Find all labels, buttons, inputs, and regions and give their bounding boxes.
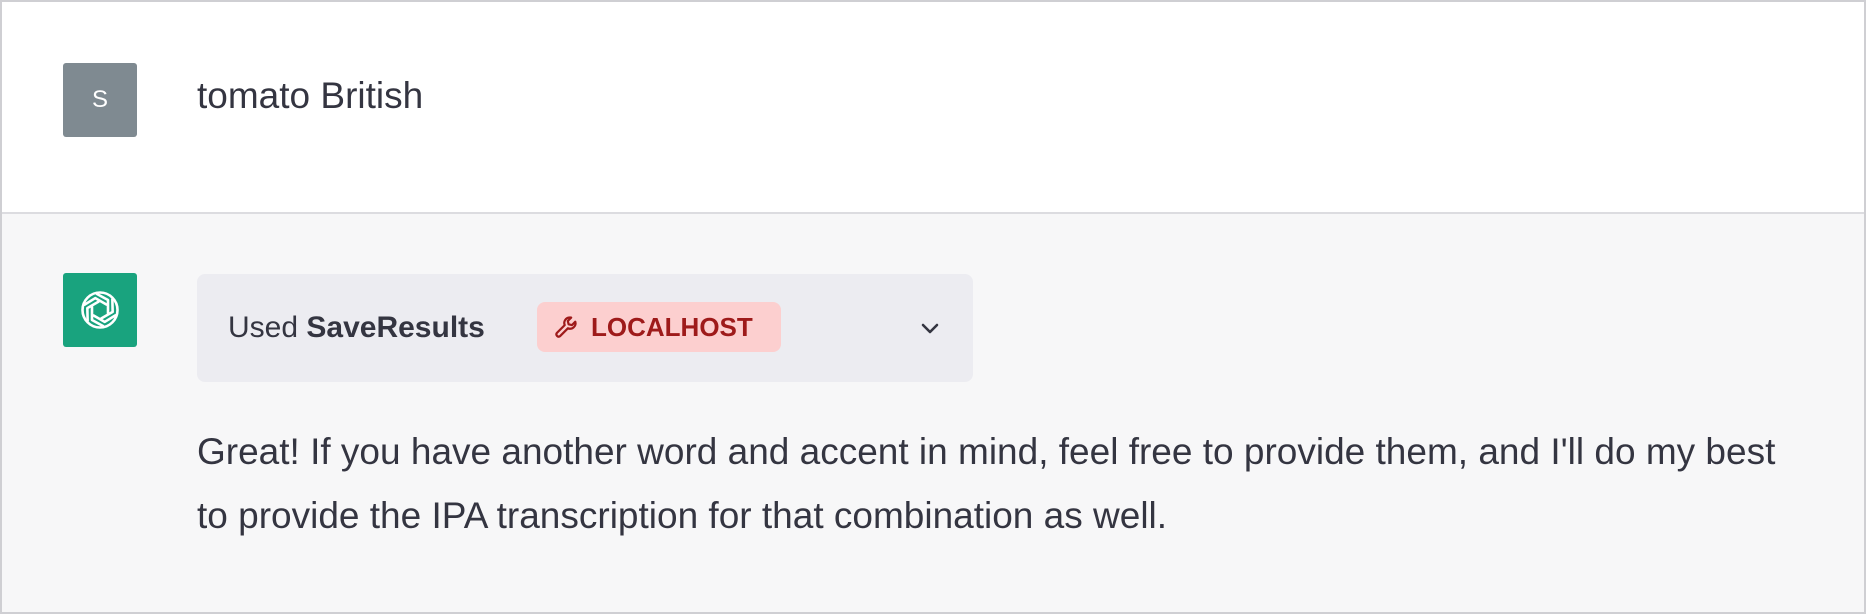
- chevron-down-icon[interactable]: [910, 308, 950, 348]
- user-avatar: S: [63, 63, 137, 137]
- badge-label: LOCALHOST: [591, 311, 753, 342]
- tool-used-label: Used SaveResults: [228, 308, 485, 348]
- wrench-icon: [552, 313, 580, 341]
- assistant-response-text: Great! If you have another word and acce…: [197, 431, 1776, 536]
- chat-window: S tomato British Used SaveResults LOCALH…: [0, 0, 1866, 614]
- localhost-badge: LOCALHOST: [537, 302, 781, 352]
- tool-used-prefix: Used: [228, 311, 299, 344]
- user-avatar-initial: S: [91, 86, 108, 113]
- plugin-tool-card[interactable]: Used SaveResults LOCALHOST: [197, 274, 973, 382]
- openai-logo-icon: [81, 291, 119, 329]
- plugin-name: SaveResults: [306, 311, 485, 344]
- user-message-row: S tomato British: [2, 2, 1864, 214]
- assistant-message-row: Used SaveResults LOCALHOST Great! If you…: [2, 214, 1864, 612]
- user-message-text: tomato British: [197, 75, 424, 116]
- assistant-avatar: [63, 273, 137, 347]
